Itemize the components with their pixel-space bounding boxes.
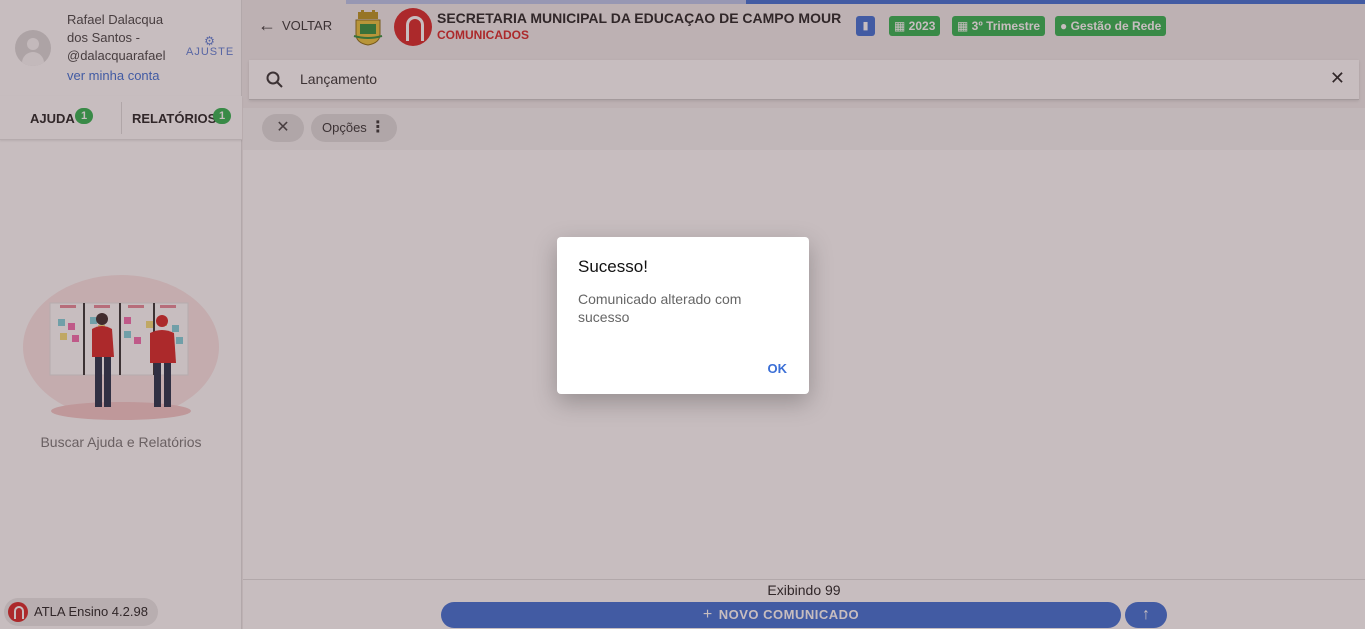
ok-button[interactable]: OK bbox=[768, 361, 788, 376]
success-dialog: Sucesso! Comunicado alterado com sucesso… bbox=[557, 237, 809, 394]
dialog-message: Comunicado alterado com sucesso bbox=[578, 291, 742, 325]
dialog-title: Sucesso! bbox=[578, 257, 648, 276]
